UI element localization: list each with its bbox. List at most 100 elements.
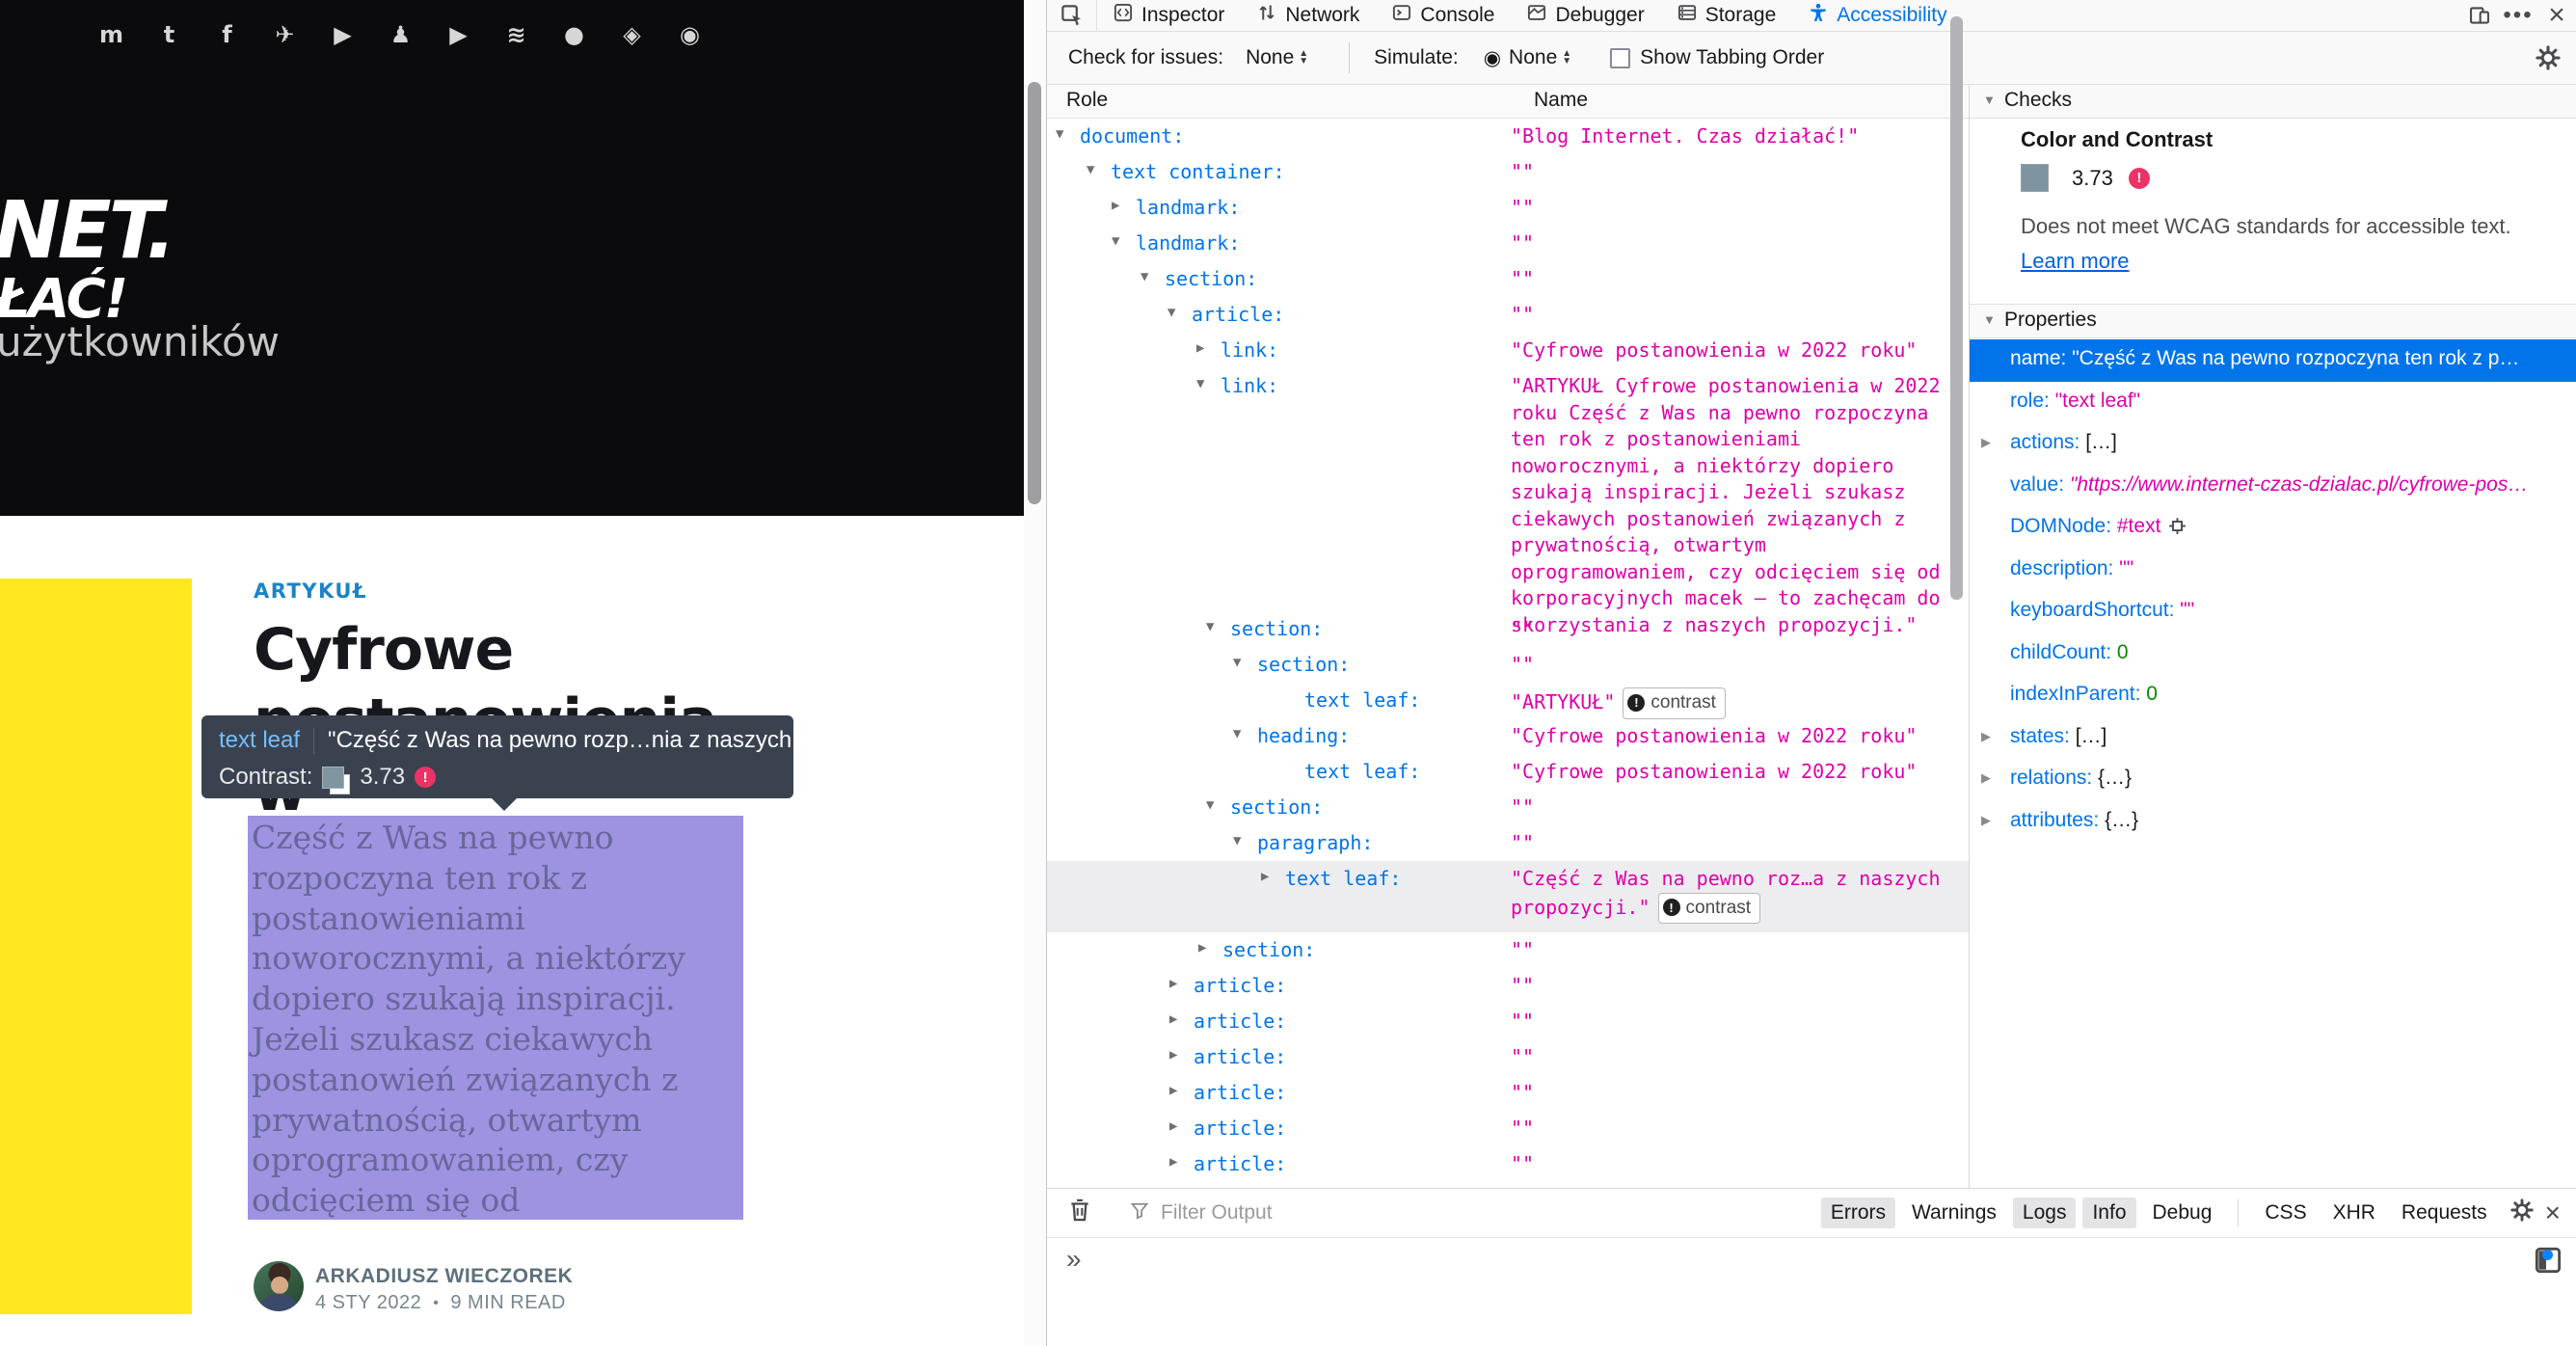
chevron-down-icon[interactable]: ▼ (1056, 126, 1063, 142)
author-name[interactable]: ARKADIUSZ WIECZOREK (315, 1265, 573, 1288)
tree-row[interactable]: ▶article:"" (1047, 1075, 1969, 1111)
filter-chip-css[interactable]: CSS (2255, 1198, 2316, 1228)
chevron-down-icon[interactable]: ▼ (1112, 233, 1119, 249)
chevron-right-icon[interactable]: ▶ (1169, 1047, 1177, 1063)
author-avatar[interactable] (254, 1261, 304, 1311)
facebook-icon[interactable]: f (214, 21, 240, 47)
clear-console-button[interactable] (1068, 1198, 1091, 1228)
tree-row[interactable]: ▼landmark:"" (1047, 226, 1969, 261)
devtools-close-button[interactable]: × (2537, 0, 2576, 31)
tree-row[interactable]: ▼text container:"" (1047, 154, 1969, 190)
filter-chip-logs[interactable]: Logs (2013, 1198, 2077, 1228)
chevron-down-icon[interactable]: ▼ (1196, 376, 1204, 391)
chevron-right-icon[interactable]: ▶ (1196, 340, 1204, 356)
simulate-dropdown[interactable]: None ▲▼ (1509, 46, 1571, 69)
telegram-icon[interactable]: ✈ (272, 21, 298, 47)
property-row-childCount[interactable]: childCount: 0 (1970, 633, 2576, 676)
tab-inspector[interactable]: Inspector (1097, 0, 1241, 31)
tab-console[interactable]: Console (1376, 0, 1511, 31)
tree-row[interactable]: ▼article:"" (1047, 297, 1969, 333)
browser-scrollbar[interactable] (1024, 0, 1046, 1346)
chevron-right-icon[interactable]: ▶ (1981, 813, 1991, 828)
pick-element-button[interactable] (1047, 0, 1097, 31)
chevron-right-icon[interactable]: ▶ (1169, 1083, 1177, 1098)
tree-row[interactable]: ▶landmark:"" (1047, 190, 1969, 226)
sidebar-toggle-button[interactable] (2534, 1246, 2563, 1280)
property-row-relations[interactable]: ▶relations: {…} (1970, 759, 2576, 801)
property-row-description[interactable]: description: "" (1970, 550, 2576, 592)
properties-section-header[interactable]: ▼ Properties (1970, 304, 2576, 338)
checks-section-header[interactable]: ▼ Checks (1970, 85, 2576, 119)
tree-row[interactable]: text leaf:"Cyfrowe postanowienia w 2022 … (1047, 754, 1969, 790)
filter-chip-debug[interactable]: Debug (2143, 1198, 2222, 1228)
tree-row[interactable]: ▼paragraph:"" (1047, 825, 1969, 861)
twitter-icon[interactable]: t (156, 21, 182, 47)
filter-chip-xhr[interactable]: XHR (2323, 1198, 2385, 1228)
peertube-icon[interactable]: ▶ (330, 21, 356, 47)
filter-chip-warnings[interactable]: Warnings (1902, 1198, 2006, 1228)
chevron-right-icon[interactable]: ▶ (1112, 198, 1119, 213)
filter-chip-info[interactable]: Info (2082, 1198, 2135, 1228)
expand-console-icon[interactable]: » (1066, 1244, 1082, 1275)
tab-accessibility[interactable]: Accessibility (1792, 0, 1963, 31)
show-tabbing-order-checkbox[interactable] (1610, 48, 1630, 68)
rss-icon[interactable]: ◉ (677, 21, 703, 47)
accessibility-settings-gear-icon[interactable] (2536, 45, 2561, 76)
chevron-right-icon[interactable]: ▶ (1981, 435, 1991, 450)
flattr-icon[interactable]: ◈ (619, 21, 645, 47)
chevron-right-icon[interactable]: ▶ (1981, 770, 1991, 786)
property-row-indexInParent[interactable]: indexInParent: 0 (1970, 675, 2576, 717)
tab-storage[interactable]: Storage (1661, 0, 1793, 31)
property-row-attributes[interactable]: ▶attributes: {…} (1970, 801, 2576, 844)
tree-row[interactable]: ▼section:"" (1047, 611, 1969, 647)
chevron-right-icon[interactable]: ▶ (1169, 1011, 1177, 1027)
chevron-right-icon[interactable]: ▶ (1169, 1118, 1177, 1134)
tree-scrollbar-thumb[interactable] (1950, 16, 1963, 600)
chevron-right-icon[interactable]: ▶ (1261, 869, 1269, 884)
tree-row[interactable]: ▼section:"" (1047, 790, 1969, 825)
tree-row[interactable]: ▶article:"" (1047, 1111, 1969, 1146)
property-row-actions[interactable]: ▶actions: […] (1970, 423, 2576, 466)
chevron-right-icon[interactable]: ▶ (1169, 976, 1177, 991)
property-row-name[interactable]: name: "Część z Was na pewno rozpoczyna t… (1970, 339, 2576, 382)
chevron-down-icon[interactable]: ▼ (1140, 269, 1148, 284)
responsive-design-button[interactable] (2460, 0, 2499, 31)
tree-row[interactable]: ▼section:"" (1047, 647, 1969, 683)
chevron-down-icon[interactable]: ▼ (1206, 619, 1214, 634)
tree-row[interactable]: ▶article:"" (1047, 968, 1969, 1004)
tree-row[interactable]: text leaf:"ARTYKUŁ"!contrast (1047, 683, 1969, 718)
tree-row[interactable]: ▶section:"" (1047, 932, 1969, 968)
tree-row[interactable]: ▼document:"Blog Internet. Czas działać!" (1047, 119, 1969, 154)
console-settings-gear-icon[interactable] (2510, 1198, 2534, 1227)
chevron-down-icon[interactable]: ▼ (1233, 726, 1241, 741)
chevron-right-icon[interactable]: ▶ (1198, 940, 1206, 956)
spotify-icon[interactable]: ≋ (503, 21, 529, 47)
learn-more-link[interactable]: Learn more (2021, 249, 2130, 274)
filter-chip-requests[interactable]: Requests (2392, 1198, 2497, 1228)
property-row-role[interactable]: role: "text leaf" (1970, 382, 2576, 424)
filter-chip-errors[interactable]: Errors (1821, 1198, 1895, 1228)
tree-row[interactable]: ▼section:"" (1047, 261, 1969, 297)
chevron-down-icon[interactable]: ▼ (1233, 655, 1241, 670)
chevron-down-icon[interactable]: ▼ (1206, 797, 1214, 813)
console-close-button[interactable]: × (2545, 1199, 2561, 1226)
highlighted-paragraph[interactable]: Część z Was na pewno rozpoczyna ten rok … (248, 816, 743, 1220)
property-row-DOMNode[interactable]: DOMNode: #text (1970, 507, 2576, 550)
chevron-down-icon[interactable]: ▼ (1233, 833, 1241, 848)
chevron-right-icon[interactable]: ▶ (1169, 1154, 1177, 1170)
property-row-value[interactable]: value: "https://www.internet-czas-dziala… (1970, 466, 2576, 508)
property-row-states[interactable]: ▶states: […] (1970, 717, 2576, 760)
devtools-menu-button[interactable]: ••• (2499, 0, 2537, 31)
tree-row[interactable]: ▶link:"Cyfrowe postanowienia w 2022 roku… (1047, 333, 1969, 368)
contrast-badge[interactable]: !contrast (1658, 893, 1761, 925)
funkwhale-icon[interactable]: ♟ (388, 21, 414, 47)
property-row-keyboardShortcut[interactable]: keyboardShortcut: "" (1970, 591, 2576, 633)
chevron-down-icon[interactable]: ▼ (1167, 305, 1175, 320)
youtube-icon[interactable]: ▶ (445, 21, 471, 47)
tree-row[interactable]: ▶article:"" (1047, 1039, 1969, 1075)
dom-node-target-icon[interactable] (2168, 517, 2187, 541)
water-drop-icon[interactable]: ● (561, 21, 587, 47)
mastodon-icon[interactable]: m (98, 21, 124, 47)
browser-scrollbar-thumb[interactable] (1028, 82, 1041, 504)
tab-debugger[interactable]: Debugger (1511, 0, 1660, 31)
